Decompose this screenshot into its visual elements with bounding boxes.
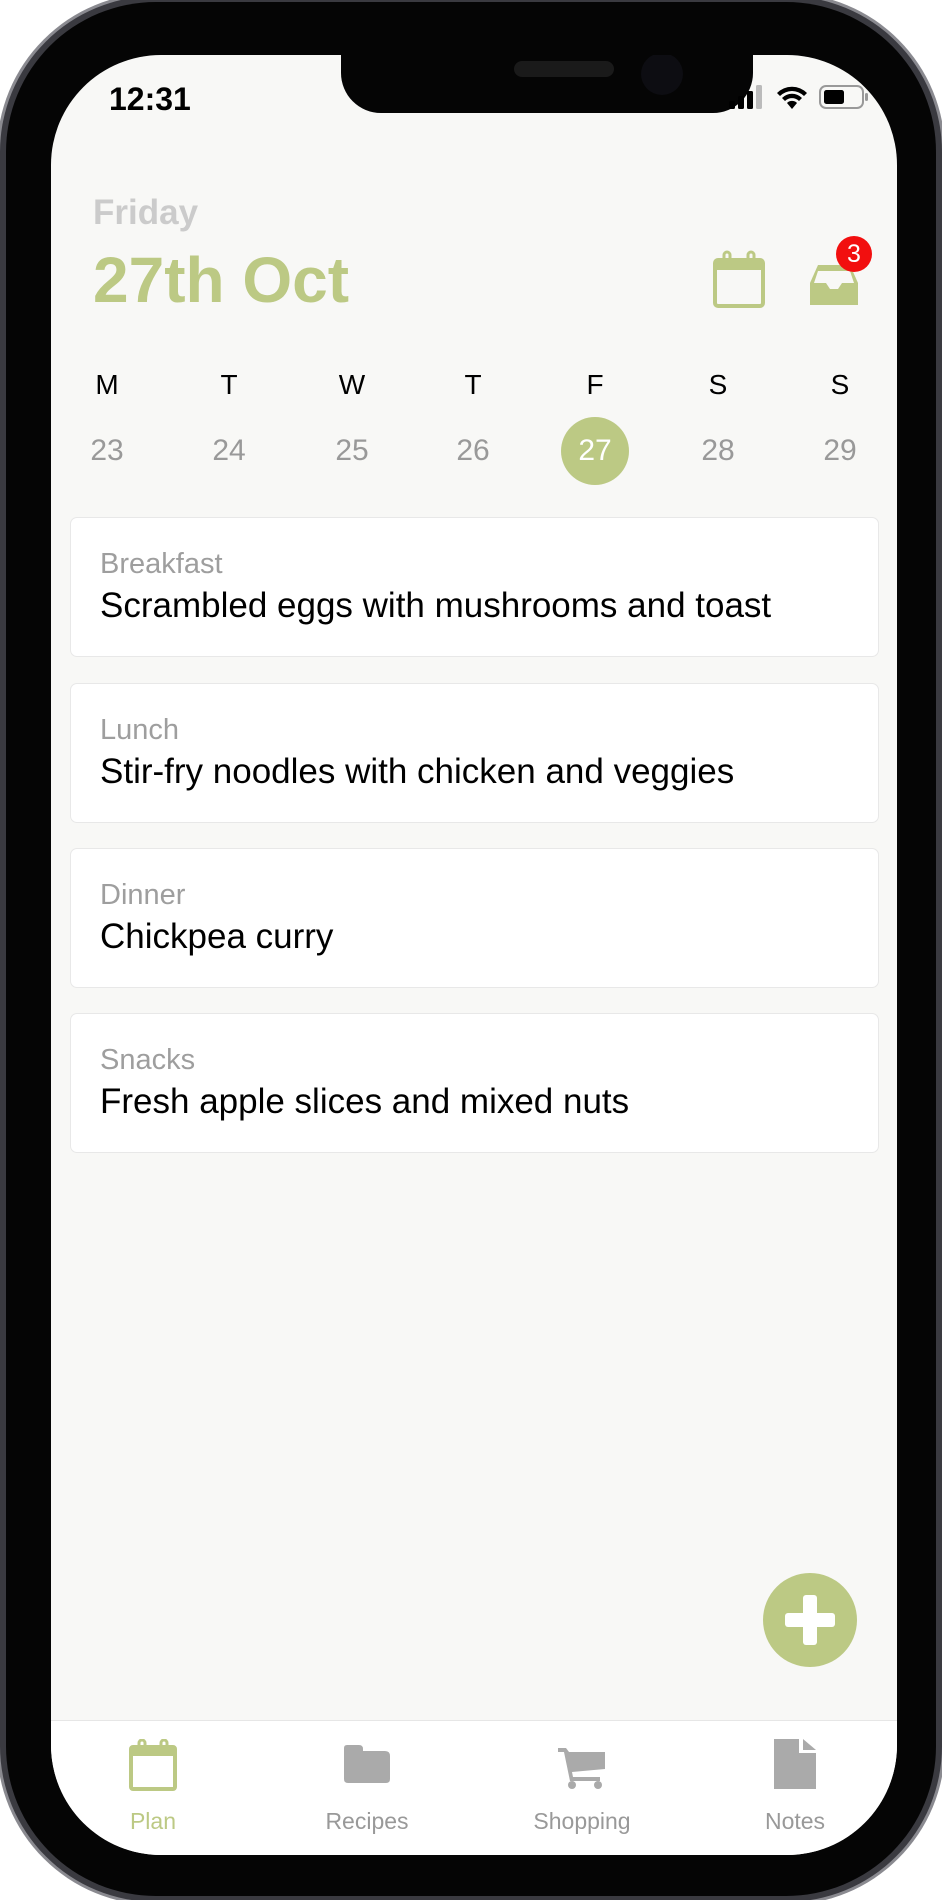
day-letter: T — [464, 369, 482, 400]
day-wed[interactable]: W 25 — [302, 365, 402, 485]
day-letter: T — [220, 369, 238, 400]
meal-title: Fresh apple slices and mixed nuts — [100, 1082, 630, 1121]
day-sat[interactable]: S 28 — [668, 365, 768, 485]
meal-label: Lunch — [100, 714, 180, 746]
tab-bar: Plan Recipes Shopping Notes — [51, 1720, 897, 1855]
power-button — [936, 500, 942, 700]
mute-switch — [0, 305, 6, 380]
tab-shopping[interactable]: Shopping — [502, 1739, 662, 1835]
calendar-icon — [129, 1738, 177, 1791]
day-sun[interactable]: S 29 — [790, 365, 890, 485]
status-icons — [729, 85, 869, 109]
meal-card-snacks[interactable]: Snacks Fresh apple slices and mixed nuts — [70, 1013, 879, 1153]
day-tue[interactable]: T 24 — [179, 365, 279, 485]
tab-label: Plan — [129, 1808, 177, 1834]
day-name: Friday — [93, 193, 199, 232]
calendar-icon — [713, 250, 765, 308]
wifi-icon — [777, 86, 807, 109]
meal-card-breakfast[interactable]: Breakfast Scrambled eggs with mushrooms a… — [70, 517, 879, 657]
add-meal-button[interactable] — [763, 1573, 857, 1667]
meal-title: Stir-fry noodles with chicken and veggie… — [100, 752, 735, 791]
day-number-selected: 27 — [561, 417, 629, 485]
battery-icon — [819, 85, 868, 109]
page-title: 27th Oct — [93, 244, 350, 316]
meal-label: Dinner — [100, 879, 186, 911]
meal-card-lunch[interactable]: Lunch Stir-fry noodles with chicken and v… — [70, 683, 879, 823]
folder-icon — [344, 1745, 390, 1783]
day-number: 29 — [823, 434, 857, 467]
tab-label: Recipes — [325, 1808, 409, 1834]
inbox-badge: 3 — [836, 236, 872, 272]
meal-label: Snacks — [100, 1044, 196, 1076]
tab-notes[interactable]: Notes — [715, 1739, 875, 1835]
meal-label: Breakfast — [100, 548, 223, 580]
signal-icon — [729, 85, 762, 109]
tab-label: Shopping — [533, 1808, 631, 1834]
day-number: 25 — [335, 434, 369, 467]
meal-card-dinner[interactable]: Dinner Chickpea curry — [70, 848, 879, 988]
plus-icon — [785, 1595, 835, 1645]
tab-recipes[interactable]: Recipes — [287, 1739, 447, 1835]
day-letter: M — [95, 369, 119, 400]
tab-label: Notes — [764, 1808, 826, 1834]
document-icon — [774, 1739, 816, 1789]
day-number: 23 — [90, 434, 124, 467]
day-letter: W — [338, 369, 366, 400]
notch — [341, 55, 753, 113]
status-time: 12:31 — [109, 81, 191, 117]
day-letter: S — [830, 369, 850, 400]
day-number: 26 — [456, 434, 490, 467]
speaker — [514, 61, 614, 77]
day-letter: S — [708, 369, 728, 400]
cart-icon — [558, 1748, 605, 1789]
meal-title: Scrambled eggs with mushrooms and toast — [100, 586, 772, 625]
day-thu[interactable]: T 26 — [423, 365, 523, 485]
volume-down-button — [0, 635, 6, 760]
volume-up-button — [0, 455, 6, 580]
day-letter: F — [586, 369, 604, 400]
screen: 12:31 Friday 27th Oct 3 M 23 T 24 W 25 T 26 … — [51, 55, 897, 1855]
day-number: 24 — [212, 434, 246, 467]
camera — [641, 55, 683, 95]
tab-plan[interactable]: Plan — [73, 1738, 233, 1835]
day-fri[interactable]: F 27 — [545, 365, 645, 485]
day-mon[interactable]: M 23 — [57, 365, 157, 485]
day-number: 28 — [701, 434, 735, 467]
meal-title: Chickpea curry — [100, 917, 334, 956]
calendar-button[interactable] — [713, 250, 765, 313]
